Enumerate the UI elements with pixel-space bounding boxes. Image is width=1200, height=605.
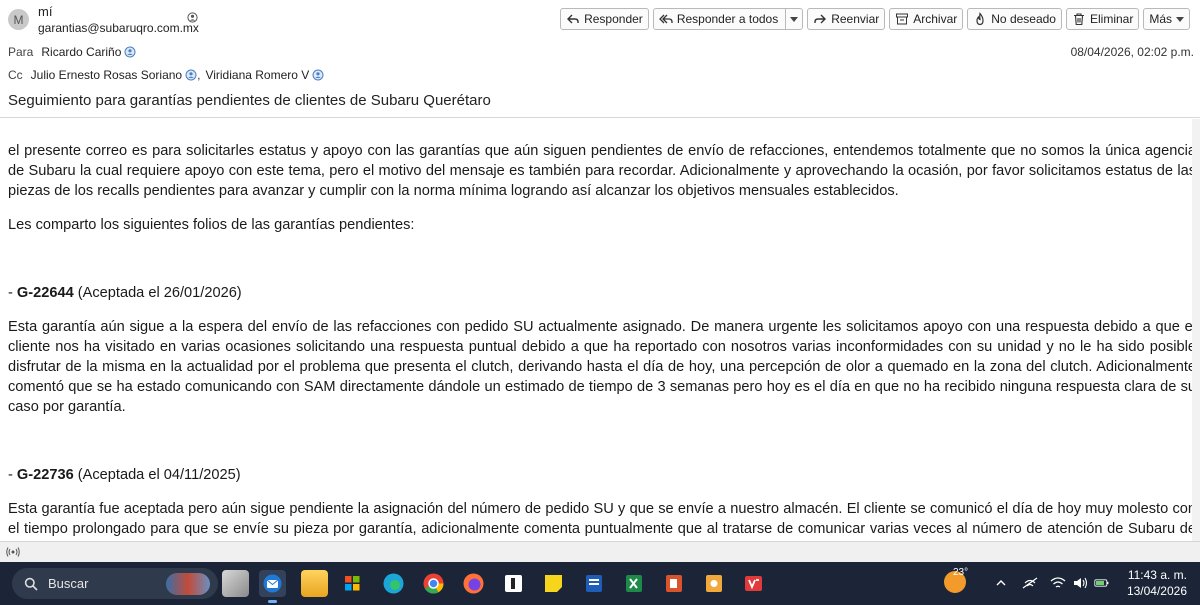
forward-button[interactable]: Reenviar (807, 8, 886, 30)
more-button[interactable]: Más (1143, 8, 1190, 30)
battery-icon[interactable] (1094, 576, 1110, 590)
reply-all-label: Responder a todos (676, 12, 779, 26)
search-placeholder: Buscar (48, 576, 89, 591)
cc-label: Cc (8, 68, 23, 82)
message-date: 08/04/2026, 02:02 p.m. (1070, 45, 1194, 59)
folio-number: G-22644 (16, 285, 74, 301)
cc-recipient-name: Viridiana Romero V (205, 68, 310, 82)
store-icon[interactable] (339, 570, 366, 597)
more-label: Más (1149, 12, 1172, 26)
reply-button[interactable]: Responder (560, 8, 649, 30)
connection-status-icon[interactable] (6, 546, 20, 558)
message-toolbar: Responder Responder a todos Reenviar Arc… (560, 8, 1190, 30)
intro-paragraph: el presente correo es para solicitarles … (8, 143, 1196, 199)
chevron-down-icon (790, 16, 799, 22)
firefox-icon[interactable] (460, 570, 487, 597)
to-label: Para (8, 45, 34, 59)
folio-heading: - G-22736 (Aceptada el 04/11/2025) (8, 465, 1196, 485)
app-icon-notes[interactable] (500, 570, 527, 597)
edge-icon[interactable] (380, 570, 407, 597)
chevron-down-icon (1176, 16, 1184, 22)
to-recipient-name: Ricardo Cariño (41, 45, 122, 59)
to-recipient[interactable]: Ricardo Cariño (41, 45, 136, 59)
status-bar (0, 541, 1200, 562)
message-body: el presente correo es para solicitarles … (0, 119, 1200, 541)
delete-label: Eliminar (1089, 12, 1134, 26)
app-icon-orange[interactable] (700, 570, 727, 597)
archive-label: Archivar (913, 12, 958, 26)
recipient-separator: , (197, 68, 201, 82)
app-icon-red[interactable] (740, 570, 767, 597)
contact-status-icon (185, 69, 197, 81)
vertical-scrollbar[interactable] (1192, 119, 1200, 541)
reply-all-icon (658, 14, 673, 24)
cc-recipient-name: Julio Ernesto Rosas Soriano (30, 68, 183, 82)
delete-button[interactable]: Eliminar (1065, 8, 1140, 30)
flame-icon (976, 12, 984, 26)
folio-number: G-22736 (16, 467, 74, 483)
excel-icon[interactable] (620, 570, 647, 597)
sender-name[interactable]: mí (38, 4, 52, 19)
wifi-icon[interactable] (1050, 576, 1066, 590)
list-intro-paragraph: Les comparto los siguientes folios de la… (8, 217, 415, 233)
cc-recipient[interactable]: Viridiana Romero V (205, 68, 324, 82)
network-off-icon[interactable] (1022, 576, 1038, 590)
cc-recipient[interactable]: Julio Ernesto Rosas Soriano (31, 68, 197, 82)
powerpoint-icon[interactable] (660, 570, 687, 597)
chevron-up-icon[interactable] (993, 576, 1009, 590)
sender-email[interactable]: garantias@subaruqro.com.mx (38, 21, 199, 35)
reply-icon (567, 14, 579, 24)
folio-accepted-date: (Aceptada el 26/01/2026) (73, 285, 242, 301)
to-row: Para Ricardo Cariño (8, 45, 136, 59)
contact-card-icon[interactable] (187, 12, 198, 23)
reply-label: Responder (584, 12, 643, 26)
task-view-icon[interactable] (222, 570, 249, 597)
message-header: M mí garantias@subaruqro.com.mx Responde… (0, 0, 1200, 118)
chrome-icon[interactable] (420, 570, 447, 597)
search-icon (24, 577, 38, 591)
reply-all-dropdown[interactable] (785, 9, 802, 29)
taskbar: Buscar 23° 11:43 a. m. 13/04/2026 (0, 562, 1200, 605)
folio-heading: - G-22644 (Aceptada el 26/01/2026) (8, 283, 1196, 303)
thunderbird-icon[interactable] (259, 570, 286, 603)
clock-date[interactable]: 13/04/2026 (1127, 584, 1187, 598)
word-icon[interactable] (580, 570, 607, 597)
folio-description: Esta garantía fue aceptada pero aún sigu… (8, 501, 1196, 537)
sender-avatar: M (8, 9, 29, 30)
thunderbird-logo (263, 574, 282, 593)
forward-label: Reenviar (831, 12, 880, 26)
sticky-notes-icon[interactable] (540, 570, 567, 597)
reply-all-button[interactable]: Responder a todos (652, 8, 804, 30)
message-subject: Seguimiento para garantías pendientes de… (8, 92, 491, 109)
trash-icon (1073, 13, 1084, 26)
speaker-icon[interactable] (1072, 576, 1088, 590)
forward-icon (814, 14, 827, 24)
taskbar-search[interactable]: Buscar (12, 568, 218, 599)
weather-temperature: 23° (953, 567, 969, 578)
clock-time[interactable]: 11:43 a. m. (1128, 568, 1187, 582)
message-content: el presente correo es para solicitarles … (8, 141, 1196, 541)
file-explorer-icon[interactable] (301, 570, 328, 597)
folio-prefix: - (8, 467, 17, 483)
contact-status-icon (312, 69, 324, 81)
archive-icon (896, 13, 909, 25)
junk-label: No deseado (991, 12, 1056, 26)
junk-button[interactable]: No deseado (967, 8, 1062, 30)
contact-status-icon (124, 46, 136, 58)
archive-button[interactable]: Archivar (889, 8, 964, 30)
folio-prefix: - (8, 285, 17, 301)
folio-accepted-date: (Aceptada el 04/11/2025) (73, 467, 241, 483)
search-highlight-image (166, 573, 210, 595)
folio-description: Esta garantía aún sigue a la espera del … (8, 319, 1196, 415)
cc-row: Cc Julio Ernesto Rosas Soriano , Viridia… (8, 68, 324, 82)
